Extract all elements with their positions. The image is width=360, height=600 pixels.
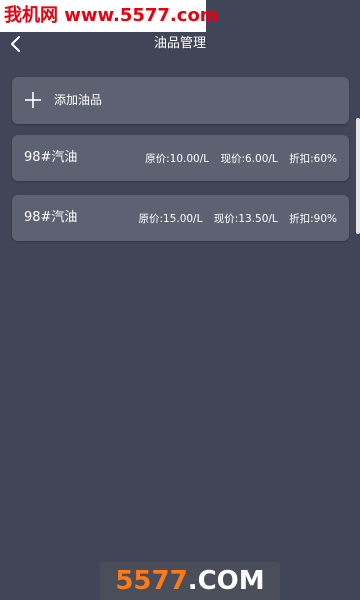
fuel-item[interactable]: 98#汽油 原价:15.00/L 现价:13.50/L 折扣:90% <box>12 195 349 241</box>
add-fuel-label: 添加油品 <box>54 93 103 107</box>
plus-icon <box>25 92 41 108</box>
scrollbar[interactable] <box>356 118 360 234</box>
app-screen: 油品管理 我机网 www.5577.com 添加油品 98#汽油 原价:10.0… <box>0 0 360 600</box>
watermark-suffix: .COM <box>187 566 265 596</box>
fuel-prices: 原价:10.00/L 现价:6.00/L 折扣:60% <box>137 151 337 167</box>
fuel-item[interactable]: 98#汽油 原价:10.00/L 现价:6.00/L 折扣:60% <box>12 135 349 181</box>
fuel-prices: 原价:15.00/L 现价:13.50/L 折扣:90% <box>130 211 337 227</box>
original-price: 原价:10.00/L <box>145 153 210 165</box>
watermark-top: 我机网 www.5577.com <box>0 0 219 32</box>
current-price: 现价:6.00/L <box>220 153 278 165</box>
fuel-name: 98#汽油 <box>24 210 78 225</box>
discount: 折扣:60% <box>289 153 337 165</box>
page-title: 油品管理 <box>153 36 206 51</box>
add-fuel-button[interactable]: 添加油品 <box>12 77 349 124</box>
discount: 折扣:90% <box>289 213 337 225</box>
current-price: 现价:13.50/L <box>213 213 278 225</box>
watermark-bottom: 5577.COM <box>100 562 280 600</box>
watermark-number: 5577 <box>115 566 188 596</box>
original-price: 原价:15.00/L <box>138 213 203 225</box>
fuel-name: 98#汽油 <box>24 150 78 165</box>
